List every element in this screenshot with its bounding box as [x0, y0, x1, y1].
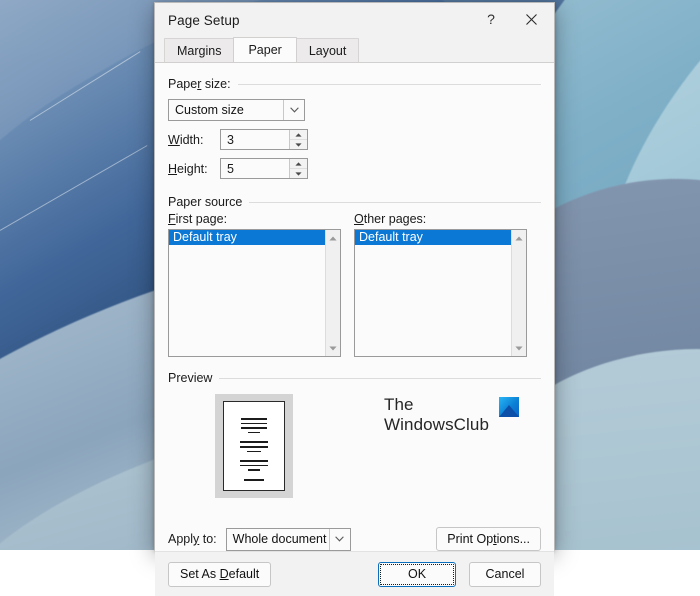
cancel-button[interactable]: Cancel	[469, 561, 541, 587]
first-page-listbox[interactable]: Default tray	[168, 229, 341, 357]
preview-group-header: Preview	[168, 371, 541, 385]
tab-panel-paper: Paper size: Custom size Width: 3 Height:…	[155, 62, 554, 551]
page-preview-sheet	[223, 401, 285, 491]
paper-width-row: Width: 3	[168, 129, 541, 150]
tab-layout[interactable]: Layout	[295, 38, 360, 62]
group-divider	[219, 377, 541, 379]
paper-height-stepper[interactable]: 5	[220, 158, 308, 179]
paper-width-spinners	[289, 130, 307, 149]
tab-margins-label: Margins	[177, 43, 222, 58]
apply-to-value: Whole document	[232, 532, 327, 546]
watermark-line-1: The	[384, 395, 414, 414]
spinner-down-icon[interactable]	[290, 140, 307, 149]
scroll-down-icon[interactable]	[326, 341, 341, 355]
first-page-label: First page:	[168, 212, 228, 226]
paper-height-row: Height: 5	[168, 158, 541, 179]
paper-width-stepper[interactable]: 3	[220, 129, 308, 150]
close-icon[interactable]	[514, 3, 548, 35]
ok-button[interactable]: OK	[378, 561, 456, 587]
watermark-text: The WindowsClub	[384, 395, 489, 435]
dialog-footer: Set As Default OK Cancel	[155, 551, 554, 596]
tab-margins[interactable]: Margins	[164, 38, 235, 62]
paper-height-label: Height:	[168, 161, 208, 176]
paper-height-spinners	[289, 159, 307, 178]
apply-to-select[interactable]: Whole document	[225, 527, 351, 551]
group-divider	[237, 83, 541, 85]
paper-size-group-header: Paper size:	[168, 77, 541, 91]
paper-width-label: Width:	[168, 132, 204, 147]
paper-size-value: Custom size	[175, 103, 244, 117]
preview-area: The WindowsClub	[168, 389, 541, 517]
set-as-default-button[interactable]: Set As Default	[168, 561, 272, 587]
chevron-down-icon[interactable]	[328, 528, 350, 550]
paper-source-group-header: Paper source	[168, 195, 541, 209]
cancel-button-label: Cancel	[485, 567, 525, 581]
dialog-title: Page Setup	[168, 12, 240, 28]
watermark-line-2: WindowsClub	[384, 415, 490, 434]
apply-to-row: Apply to: Whole document Print Options..…	[168, 527, 541, 551]
paper-source-row: First page: Default tray Other pages: De…	[168, 212, 541, 357]
paper-height-input[interactable]: 5	[221, 159, 289, 178]
first-page-scrollbar[interactable]	[325, 230, 340, 356]
windowsclub-logo-icon	[499, 397, 520, 417]
scroll-up-icon[interactable]	[326, 231, 341, 245]
print-options-label: Print Options...	[447, 532, 530, 546]
spinner-up-icon[interactable]	[290, 130, 307, 140]
paper-size-group-label: Paper size:	[168, 77, 231, 91]
tab-layout-label: Layout	[308, 43, 347, 58]
first-page-items: Default tray	[169, 230, 325, 356]
windowsclub-watermark: The WindowsClub	[384, 395, 520, 435]
paper-source-group-label: Paper source	[168, 195, 243, 209]
set-as-default-label: Set As Default	[180, 567, 260, 581]
dialog-titlebar: Page Setup ?	[155, 3, 554, 37]
list-item[interactable]: Default tray	[169, 230, 325, 245]
page-setup-dialog: Page Setup ? Margins Paper Layout Paper …	[154, 2, 555, 596]
other-pages-items: Default tray	[355, 230, 511, 356]
preview-group-label: Preview	[168, 371, 213, 385]
other-pages-scrollbar[interactable]	[511, 230, 526, 356]
other-pages-label: Other pages:	[354, 212, 427, 226]
tab-paper[interactable]: Paper	[233, 37, 297, 62]
chevron-down-icon[interactable]	[283, 100, 304, 120]
other-pages-listbox[interactable]: Default tray	[354, 229, 527, 357]
paper-size-select[interactable]: Custom size	[168, 99, 305, 121]
help-icon[interactable]: ?	[474, 3, 508, 35]
focus-ring	[380, 563, 454, 585]
first-page-column: First page: Default tray	[168, 212, 341, 357]
scroll-up-icon[interactable]	[512, 231, 527, 245]
tab-strip: Margins Paper Layout	[155, 37, 554, 62]
paper-width-input[interactable]: 3	[221, 130, 289, 149]
group-divider	[249, 201, 541, 203]
list-item[interactable]: Default tray	[355, 230, 511, 245]
scroll-down-icon[interactable]	[512, 341, 527, 355]
print-options-button[interactable]: Print Options...	[436, 527, 541, 551]
spinner-up-icon[interactable]	[290, 159, 307, 169]
apply-to-label: Apply to:	[168, 532, 217, 546]
page-preview-thumbnail	[215, 394, 293, 498]
spinner-down-icon[interactable]	[290, 169, 307, 178]
other-pages-column: Other pages: Default tray	[354, 212, 527, 357]
tab-paper-label: Paper	[248, 43, 282, 57]
